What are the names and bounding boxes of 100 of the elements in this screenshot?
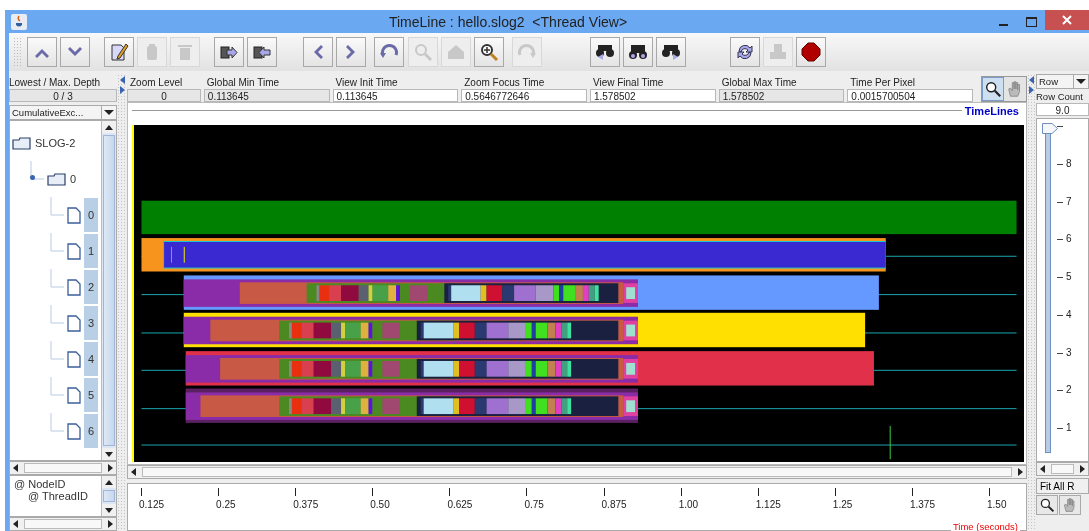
field-label: Global Max Time — [720, 77, 798, 89]
time-field: 0 — [127, 89, 201, 102]
slider-tick-label: 4 — [1066, 309, 1072, 320]
tick-label: 0.375 — [293, 499, 319, 510]
tick-label: 1.125 — [755, 499, 781, 510]
tree-item[interactable]: 3 — [84, 306, 99, 340]
slider-thumb[interactable] — [1042, 123, 1058, 134]
edit-button[interactable] — [104, 37, 134, 67]
horizontal-scrollbar[interactable] — [9, 461, 117, 475]
slider-tick-label: 6 — [1066, 234, 1072, 245]
refresh-button[interactable] — [730, 37, 760, 67]
magnifier-icon — [1039, 497, 1055, 513]
tick-label: 1.375 — [909, 499, 935, 510]
trash-icon — [175, 42, 195, 62]
attribute-item[interactable]: @ ThreadID — [14, 490, 97, 502]
time-field: 1.578502 — [718, 89, 845, 102]
undo-button[interactable] — [374, 37, 404, 67]
tick-label: 0.875 — [601, 499, 627, 510]
tree-branch-line — [50, 341, 64, 360]
stop-button[interactable] — [796, 37, 826, 67]
tick-label: 0.125 — [139, 499, 165, 510]
app-icon — [11, 13, 27, 30]
search-button[interactable] — [623, 37, 653, 67]
zoom-in-icon — [479, 42, 499, 62]
binoculars-icon — [661, 42, 681, 62]
slider-tick-label: 3 — [1066, 347, 1072, 358]
close-button[interactable] — [1045, 10, 1089, 30]
row-dropdown[interactable]: Row — [1036, 74, 1089, 89]
tree-branch-line — [50, 413, 64, 432]
tree-branch-line — [50, 233, 64, 252]
scroll-down-button[interactable] — [60, 37, 90, 67]
folder-icon — [12, 136, 31, 150]
time-field[interactable]: 1.578502 — [589, 89, 716, 102]
horizontal-scrollbar[interactable] — [1036, 462, 1089, 476]
export-button[interactable] — [214, 37, 244, 67]
binoculars-icon — [628, 42, 648, 62]
document-icon — [67, 278, 81, 296]
legend-dropdown[interactable]: CumulativeExc... — [9, 105, 117, 120]
maximize-icon — [1025, 16, 1037, 27]
tick-label: 1.50 — [987, 499, 1007, 510]
tree-item[interactable]: 4 — [84, 342, 99, 376]
folder-icon — [47, 172, 66, 186]
close-icon — [1062, 15, 1072, 25]
tree-item[interactable]: 2 — [84, 270, 99, 304]
document-icon — [67, 422, 81, 440]
panel-title: TimeLines — [961, 104, 1022, 117]
tick-label: 1.25 — [832, 499, 853, 510]
document-icon — [67, 314, 81, 332]
tree-branch-line — [50, 269, 64, 288]
scroll-up-button[interactable] — [27, 37, 57, 67]
window-title: TimeLine : hello.slog2 <Thread View> — [387, 13, 629, 30]
refresh-icon — [735, 42, 755, 62]
slider-tick-label: 8 — [1066, 158, 1072, 169]
document-icon — [67, 206, 81, 224]
binoculars-icon — [595, 42, 615, 62]
horizontal-scrollbar[interactable] — [127, 465, 1027, 479]
tick-label: 0.75 — [524, 499, 544, 510]
time-field[interactable]: 0.0015700504 — [847, 89, 974, 102]
row-count-label: Row Count — [1036, 91, 1084, 103]
tick-label: 0.50 — [370, 499, 390, 510]
fit-all-rows-button[interactable]: Fit All R — [1036, 478, 1089, 494]
hand-icon — [1062, 497, 1078, 513]
time-field: 0.113645 — [203, 89, 330, 102]
zoom-out-icon — [413, 42, 433, 62]
vertical-scrollbar[interactable] — [101, 121, 116, 460]
house-icon — [446, 42, 466, 62]
tree-item[interactable]: 6 — [84, 414, 99, 448]
field-label: View Final Time — [591, 77, 665, 89]
field-label: View Init Time — [334, 77, 399, 89]
depth-label: Lowest / Max. Depth — [9, 77, 102, 89]
tree-item[interactable]: 5 — [84, 378, 99, 412]
field-label: Time Per Pixel — [849, 77, 916, 89]
tree-item[interactable]: 0 — [69, 172, 80, 186]
tree-branch-line — [30, 161, 44, 180]
zoom-mode-button[interactable] — [982, 77, 1005, 101]
tick-label: 0.625 — [447, 499, 473, 510]
tree-branch-line — [50, 305, 64, 324]
pencil-document-icon — [109, 42, 129, 62]
time-field[interactable]: 0.5646772646 — [461, 89, 587, 102]
row-count-field[interactable]: 9.0 — [1036, 103, 1089, 116]
attribute-item[interactable]: @ NodeID — [14, 478, 97, 490]
back-button[interactable] — [303, 37, 333, 67]
depth-field: 0 / 3 — [9, 89, 117, 102]
forward-button[interactable] — [336, 37, 366, 67]
field-label: Global Min Time — [205, 77, 281, 89]
zoom-in-button[interactable] — [474, 37, 504, 67]
tree-item[interactable]: SLOG-2 — [34, 136, 79, 150]
search-forward-button[interactable] — [656, 37, 686, 67]
row-slider[interactable]: 8 7 6 5 4 3 2 1 — [1036, 118, 1089, 462]
document-icon — [67, 350, 81, 368]
tree-item[interactable]: 1 — [84, 234, 99, 268]
import-button[interactable] — [247, 37, 277, 67]
printer-icon — [768, 42, 788, 62]
search-backward-button[interactable] — [590, 37, 620, 67]
tree-item[interactable]: 0 — [84, 198, 99, 232]
horizontal-scrollbar[interactable] — [9, 517, 117, 531]
slider-tick-label: 1 — [1066, 423, 1072, 434]
time-field[interactable]: 0.113645 — [332, 89, 459, 102]
vertical-scrollbar[interactable] — [101, 476, 116, 516]
zoom-tool-button[interactable] — [1036, 495, 1058, 515]
